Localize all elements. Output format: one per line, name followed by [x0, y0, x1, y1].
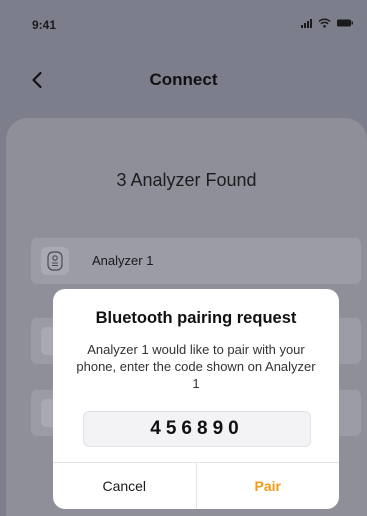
dialog-actions: Cancel Pair	[53, 462, 339, 509]
signal-icon	[301, 18, 312, 28]
status-time: 9:41	[32, 18, 57, 32]
sheet-title: 3 Analyzer Found	[116, 170, 257, 190]
status-icons	[301, 18, 353, 28]
page-title: Connect	[149, 70, 218, 89]
pairing-code: 456890	[83, 411, 311, 447]
battery-icon	[337, 19, 353, 27]
cancel-button[interactable]: Cancel	[53, 463, 197, 509]
analyzer-device-icon	[41, 247, 69, 275]
dialog-title: Bluetooth pairing request	[95, 309, 297, 327]
list-item[interactable]: Analyzer 1	[31, 238, 361, 284]
nav-bar: Connect	[0, 56, 367, 104]
wifi-icon	[318, 18, 331, 28]
bluetooth-pairing-dialog: Bluetooth pairing request Analyzer 1 wou…	[53, 289, 339, 509]
pair-button[interactable]: Pair	[197, 463, 340, 509]
dialog-message: Analyzer 1 would like to pair with your …	[76, 342, 316, 391]
device-label: Analyzer 1	[92, 253, 154, 268]
status-bar: 9:41	[0, 0, 367, 48]
